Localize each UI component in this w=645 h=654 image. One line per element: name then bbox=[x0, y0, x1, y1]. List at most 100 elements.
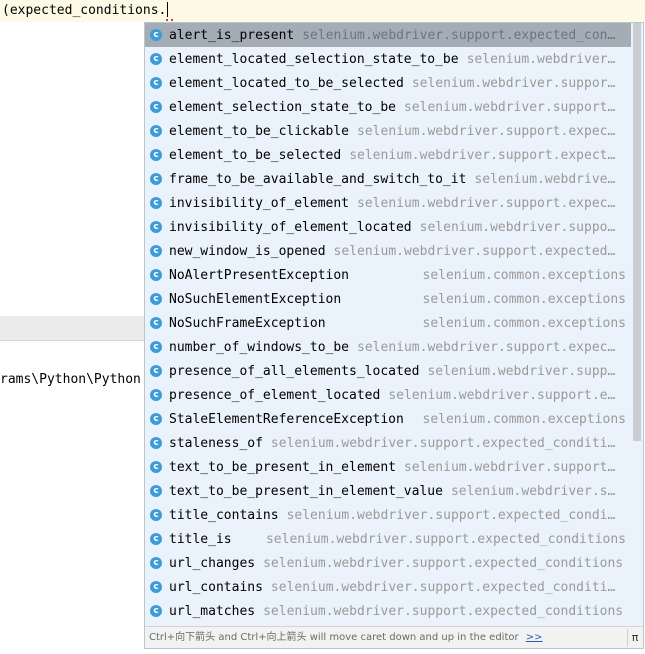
footer-more-link[interactable]: >> bbox=[526, 632, 543, 643]
completion-item-module: selenium.webdriver.support.expected_cond… bbox=[286, 507, 616, 523]
pin-popup-icon[interactable]: π bbox=[627, 629, 642, 647]
completion-item-module: selenium.webdriver.support.expected_cond… bbox=[265, 531, 626, 547]
class-icon: c bbox=[150, 605, 162, 617]
class-icon: c bbox=[150, 317, 162, 329]
class-icon: c bbox=[150, 413, 162, 425]
completion-item-name: invisibility_of_element bbox=[169, 195, 350, 211]
completion-item-module: selenium.webdriver.support.expected_cond… bbox=[270, 579, 616, 595]
completion-item[interactable]: c url_changes selenium.webdriver.support.e… bbox=[145, 551, 632, 575]
completion-item-module: selenium.webdriver.support.expected_cond… bbox=[263, 555, 624, 571]
completion-item[interactable]: c text_to_be_present_in_element selenium.w… bbox=[145, 455, 632, 479]
completion-item[interactable]: c new_window_is_opened selenium.webdriver.… bbox=[145, 239, 632, 263]
completion-item[interactable]: c alert_is_present selenium.webdriver.supp… bbox=[145, 23, 632, 47]
completion-list[interactable]: c alert_is_present selenium.webdriver.supp… bbox=[145, 23, 632, 623]
completion-item-name: new_window_is_opened bbox=[169, 243, 326, 259]
editor-code-text[interactable]: (expected_conditions. bbox=[2, 2, 169, 20]
completion-item-name: element_located_selection_state_to_be bbox=[169, 51, 459, 67]
completion-item-name: staleness_of bbox=[169, 435, 263, 451]
completion-item[interactable]: c title_is selenium.webdriver.support.expe… bbox=[145, 527, 632, 551]
completion-item[interactable]: c element_located_selection_state_to_be se… bbox=[145, 47, 632, 71]
class-icon: c bbox=[150, 437, 162, 449]
completion-scrollbar[interactable] bbox=[631, 23, 643, 627]
completion-item-module: selenium.webdriver.support.expected_con… bbox=[302, 27, 616, 43]
completion-item[interactable]: c presence_of_element_located selenium.web… bbox=[145, 383, 632, 407]
completion-item-module: selenium.webdriver.support… bbox=[403, 459, 616, 475]
completion-item-module: selenium.webdriver.support.expected_cond… bbox=[263, 603, 624, 619]
class-icon: c bbox=[150, 461, 162, 473]
completion-item-name: url_matches bbox=[169, 603, 256, 619]
completion-item[interactable]: c text_to_be_present_in_element_value sele… bbox=[145, 479, 632, 503]
completion-item[interactable]: c url_matches selenium.webdriver.support.e… bbox=[145, 599, 632, 623]
class-icon: c bbox=[150, 125, 162, 137]
completion-item[interactable]: c frame_to_be_available_and_switch_to_it s… bbox=[145, 167, 632, 191]
completion-item[interactable]: c title_contains selenium.webdriver.suppor… bbox=[145, 503, 632, 527]
completion-item-module: selenium.webdriver.suppor… bbox=[411, 75, 616, 91]
class-icon: c bbox=[150, 533, 162, 545]
completion-item-name: text_to_be_present_in_element bbox=[169, 459, 396, 475]
completion-item-module: selenium.webdriver.suppo… bbox=[419, 219, 616, 235]
completion-item[interactable]: c element_located_to_be_selected selenium.… bbox=[145, 71, 632, 95]
class-icon: c bbox=[150, 197, 162, 209]
completion-item-name: NoSuchFrameException bbox=[169, 315, 326, 331]
class-icon: c bbox=[150, 509, 162, 521]
completion-item[interactable]: c presence_of_all_elements_located seleniu… bbox=[145, 359, 632, 383]
completion-item-name: element_to_be_selected bbox=[169, 147, 342, 163]
completion-footer: Ctrl+向下箭头 and Ctrl+向上箭头 will move caret … bbox=[145, 626, 643, 648]
run-output-path: rams\Python\Python bbox=[0, 372, 141, 387]
completion-item[interactable]: c NoSuchFrameException selenium.common.exc… bbox=[145, 311, 632, 335]
completion-item-module: selenium.common.exceptions bbox=[422, 315, 627, 331]
class-icon: c bbox=[150, 245, 162, 257]
completion-item[interactable]: c staleness_of selenium.webdriver.support.… bbox=[145, 431, 632, 455]
text-caret bbox=[167, 2, 169, 17]
completion-item-name: number_of_windows_to_be bbox=[169, 339, 350, 355]
class-icon: c bbox=[150, 269, 162, 281]
footer-hint: Ctrl+向下箭头 and Ctrl+向上箭头 will move caret … bbox=[149, 632, 519, 643]
completion-item-name: title_is bbox=[169, 531, 232, 547]
code-completion-popup[interactable]: c alert_is_present selenium.webdriver.supp… bbox=[144, 22, 644, 649]
completion-item-name: presence_of_element_located bbox=[169, 387, 381, 403]
completion-item[interactable]: c url_contains selenium.webdriver.support.… bbox=[145, 575, 632, 599]
completion-item-module: selenium.webdriver.support.expec… bbox=[357, 123, 616, 139]
completion-item-name: StaleElementReferenceException bbox=[169, 411, 404, 427]
completion-item[interactable]: c invisibility_of_element_located selenium… bbox=[145, 215, 632, 239]
completion-item[interactable]: c NoAlertPresentException selenium.common.… bbox=[145, 263, 632, 287]
class-icon: c bbox=[150, 365, 162, 377]
class-icon: c bbox=[150, 53, 162, 65]
completion-item-module: selenium.webdriver.support.expec… bbox=[357, 195, 616, 211]
completion-item-module: selenium.common.exceptions bbox=[422, 291, 627, 307]
class-icon: c bbox=[150, 149, 162, 161]
completion-item-name: NoAlertPresentException bbox=[169, 267, 350, 283]
completion-item-name: invisibility_of_element_located bbox=[169, 219, 412, 235]
completion-item[interactable]: c element_to_be_clickable selenium.webdriv… bbox=[145, 119, 632, 143]
completion-item[interactable]: c element_selection_state_to_be selenium.w… bbox=[145, 95, 632, 119]
completion-item-module: selenium.webdriver.support.expec… bbox=[357, 339, 616, 355]
completion-item-name: url_changes bbox=[169, 555, 256, 571]
completion-item[interactable]: c element_to_be_selected selenium.webdrive… bbox=[145, 143, 632, 167]
completion-item[interactable]: c invisibility_of_element selenium.webdriv… bbox=[145, 191, 632, 215]
completion-item-name: title_contains bbox=[169, 507, 279, 523]
class-icon: c bbox=[150, 293, 162, 305]
completion-item-module: selenium.webdriver.support… bbox=[403, 99, 616, 115]
completion-item-module: selenium.webdriver.support.expect… bbox=[349, 147, 616, 163]
completion-item-module: selenium.webdriver.s… bbox=[450, 483, 616, 499]
tool-window-header bbox=[0, 316, 145, 341]
completion-item-name: text_to_be_present_in_element_value bbox=[169, 483, 443, 499]
class-icon: c bbox=[150, 581, 162, 593]
completion-item[interactable]: c NoSuchElementException selenium.common.e… bbox=[145, 287, 632, 311]
class-icon: c bbox=[150, 221, 162, 233]
completion-item-name: element_to_be_clickable bbox=[169, 123, 350, 139]
class-icon: c bbox=[150, 557, 162, 569]
completion-item-name: NoSuchElementException bbox=[169, 291, 342, 307]
editor-current-line[interactable]: (expected_conditions. bbox=[0, 0, 645, 22]
completion-item-module: selenium.webdrive… bbox=[474, 171, 616, 187]
completion-item-module: selenium.common.exceptions bbox=[422, 411, 627, 427]
class-icon: c bbox=[150, 77, 162, 89]
completion-item[interactable]: c number_of_windows_to_be selenium.webdriv… bbox=[145, 335, 632, 359]
completion-item-module: selenium.common.exceptions bbox=[422, 267, 627, 283]
completion-item-name: alert_is_present bbox=[169, 27, 295, 43]
class-icon: c bbox=[150, 29, 162, 41]
completion-item[interactable]: c StaleElementReferenceException selenium.… bbox=[145, 407, 632, 431]
completion-item-module: selenium.webdriver.supp… bbox=[427, 363, 616, 379]
completion-item-module: selenium.webdriver.support.e… bbox=[388, 387, 616, 403]
scrollbar-thumb[interactable] bbox=[633, 23, 641, 441]
